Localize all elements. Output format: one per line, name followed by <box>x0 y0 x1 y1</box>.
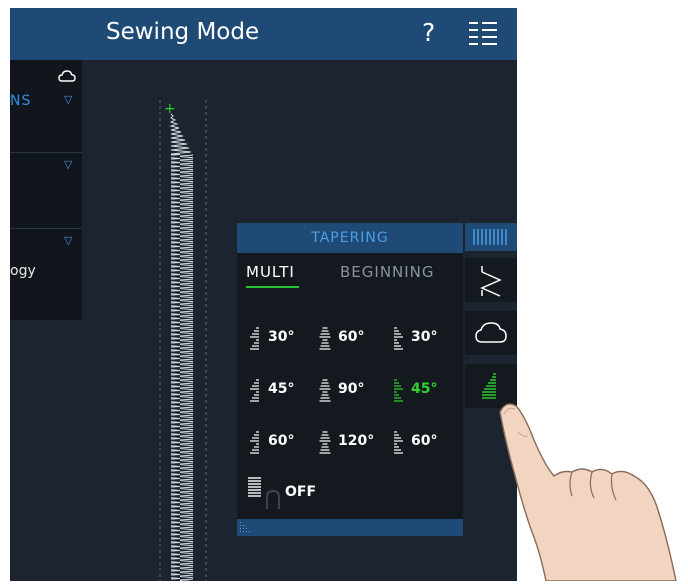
taper-angle-option[interactable]: 120° <box>317 430 387 454</box>
taper-angle-label: 60° <box>338 329 365 345</box>
taper-angle-option[interactable]: 45° <box>247 378 317 402</box>
stitch-settings-panel: NS ▽ ▽ ▽ ogy <box>10 60 82 320</box>
stitch-tool-sidebar <box>465 223 517 408</box>
active-tab-indicator <box>246 286 299 288</box>
title-bar: Sewing Mode ? <box>10 8 517 60</box>
pointing-hand-illustration <box>488 392 688 582</box>
taper-angle-label: 60° <box>268 433 295 449</box>
taper-angle-option[interactable]: 60° <box>390 430 460 454</box>
taper-shape-icon <box>319 431 331 454</box>
taper-angle-label: 45° <box>411 381 438 397</box>
taper-angle-option[interactable]: 90° <box>317 378 387 402</box>
stitch-columns-button[interactable] <box>465 223 517 251</box>
menu-list-icon[interactable] <box>467 19 499 47</box>
sewing-screen: Sewing Mode ? NS ▽ ▽ ▽ ogy + TAPERING MU… <box>10 8 517 581</box>
tapering-header: TAPERING <box>237 223 463 253</box>
taper-shape-icon <box>250 379 259 402</box>
taper-angle-label: 60° <box>411 433 438 449</box>
cloud-button[interactable] <box>465 311 517 355</box>
divider <box>10 152 82 153</box>
divider <box>10 228 82 229</box>
taper-shape-icon <box>250 327 259 350</box>
taper-angle-label: 30° <box>411 329 438 345</box>
panel-row-label: NS <box>10 93 32 109</box>
taper-shape-icon <box>250 431 259 454</box>
tapering-footer <box>237 519 463 536</box>
off-label: OFF <box>285 484 317 500</box>
taper-shape-icon <box>394 327 403 350</box>
tab-multi[interactable]: MULTI <box>246 263 295 281</box>
help-button[interactable]: ? <box>422 18 435 47</box>
tab-beginning[interactable]: BEGINNING <box>340 263 435 281</box>
dropdown-arrow-icon[interactable]: ▽ <box>64 234 72 247</box>
taper-angle-option[interactable]: 30° <box>247 326 317 350</box>
taper-angle-option[interactable]: 60° <box>317 326 387 350</box>
svg-text:+: + <box>164 101 176 117</box>
tapering-panel: TAPERING MULTI BEGINNING 30° 60° 30° 45° 90°… <box>237 223 463 536</box>
taper-angle-label: 90° <box>338 381 365 397</box>
dropdown-arrow-icon[interactable]: ▽ <box>64 93 72 106</box>
taper-shape-icon <box>319 379 331 402</box>
panel-row-label: ogy <box>10 263 36 279</box>
taper-angle-option[interactable]: 30° <box>390 326 460 350</box>
taper-shape-icon <box>394 379 403 402</box>
taper-off-button[interactable]: OFF <box>247 475 327 511</box>
cloud-icon[interactable] <box>58 68 76 82</box>
zigzag-stitch-button[interactable] <box>465 258 517 302</box>
taper-angle-option[interactable]: 60° <box>247 430 317 454</box>
taper-angle-option[interactable]: 45° <box>390 378 460 402</box>
stitch-preview: + <box>158 100 210 581</box>
taper-shape-icon <box>394 431 403 454</box>
taper-angle-label: 120° <box>338 433 375 449</box>
page-title: Sewing Mode <box>106 19 260 45</box>
taper-angle-label: 30° <box>268 329 295 345</box>
dropdown-arrow-icon[interactable]: ▽ <box>64 158 72 171</box>
tapering-title: TAPERING <box>311 230 389 246</box>
taper-shape-icon <box>319 327 331 350</box>
taper-angle-label: 45° <box>268 381 295 397</box>
